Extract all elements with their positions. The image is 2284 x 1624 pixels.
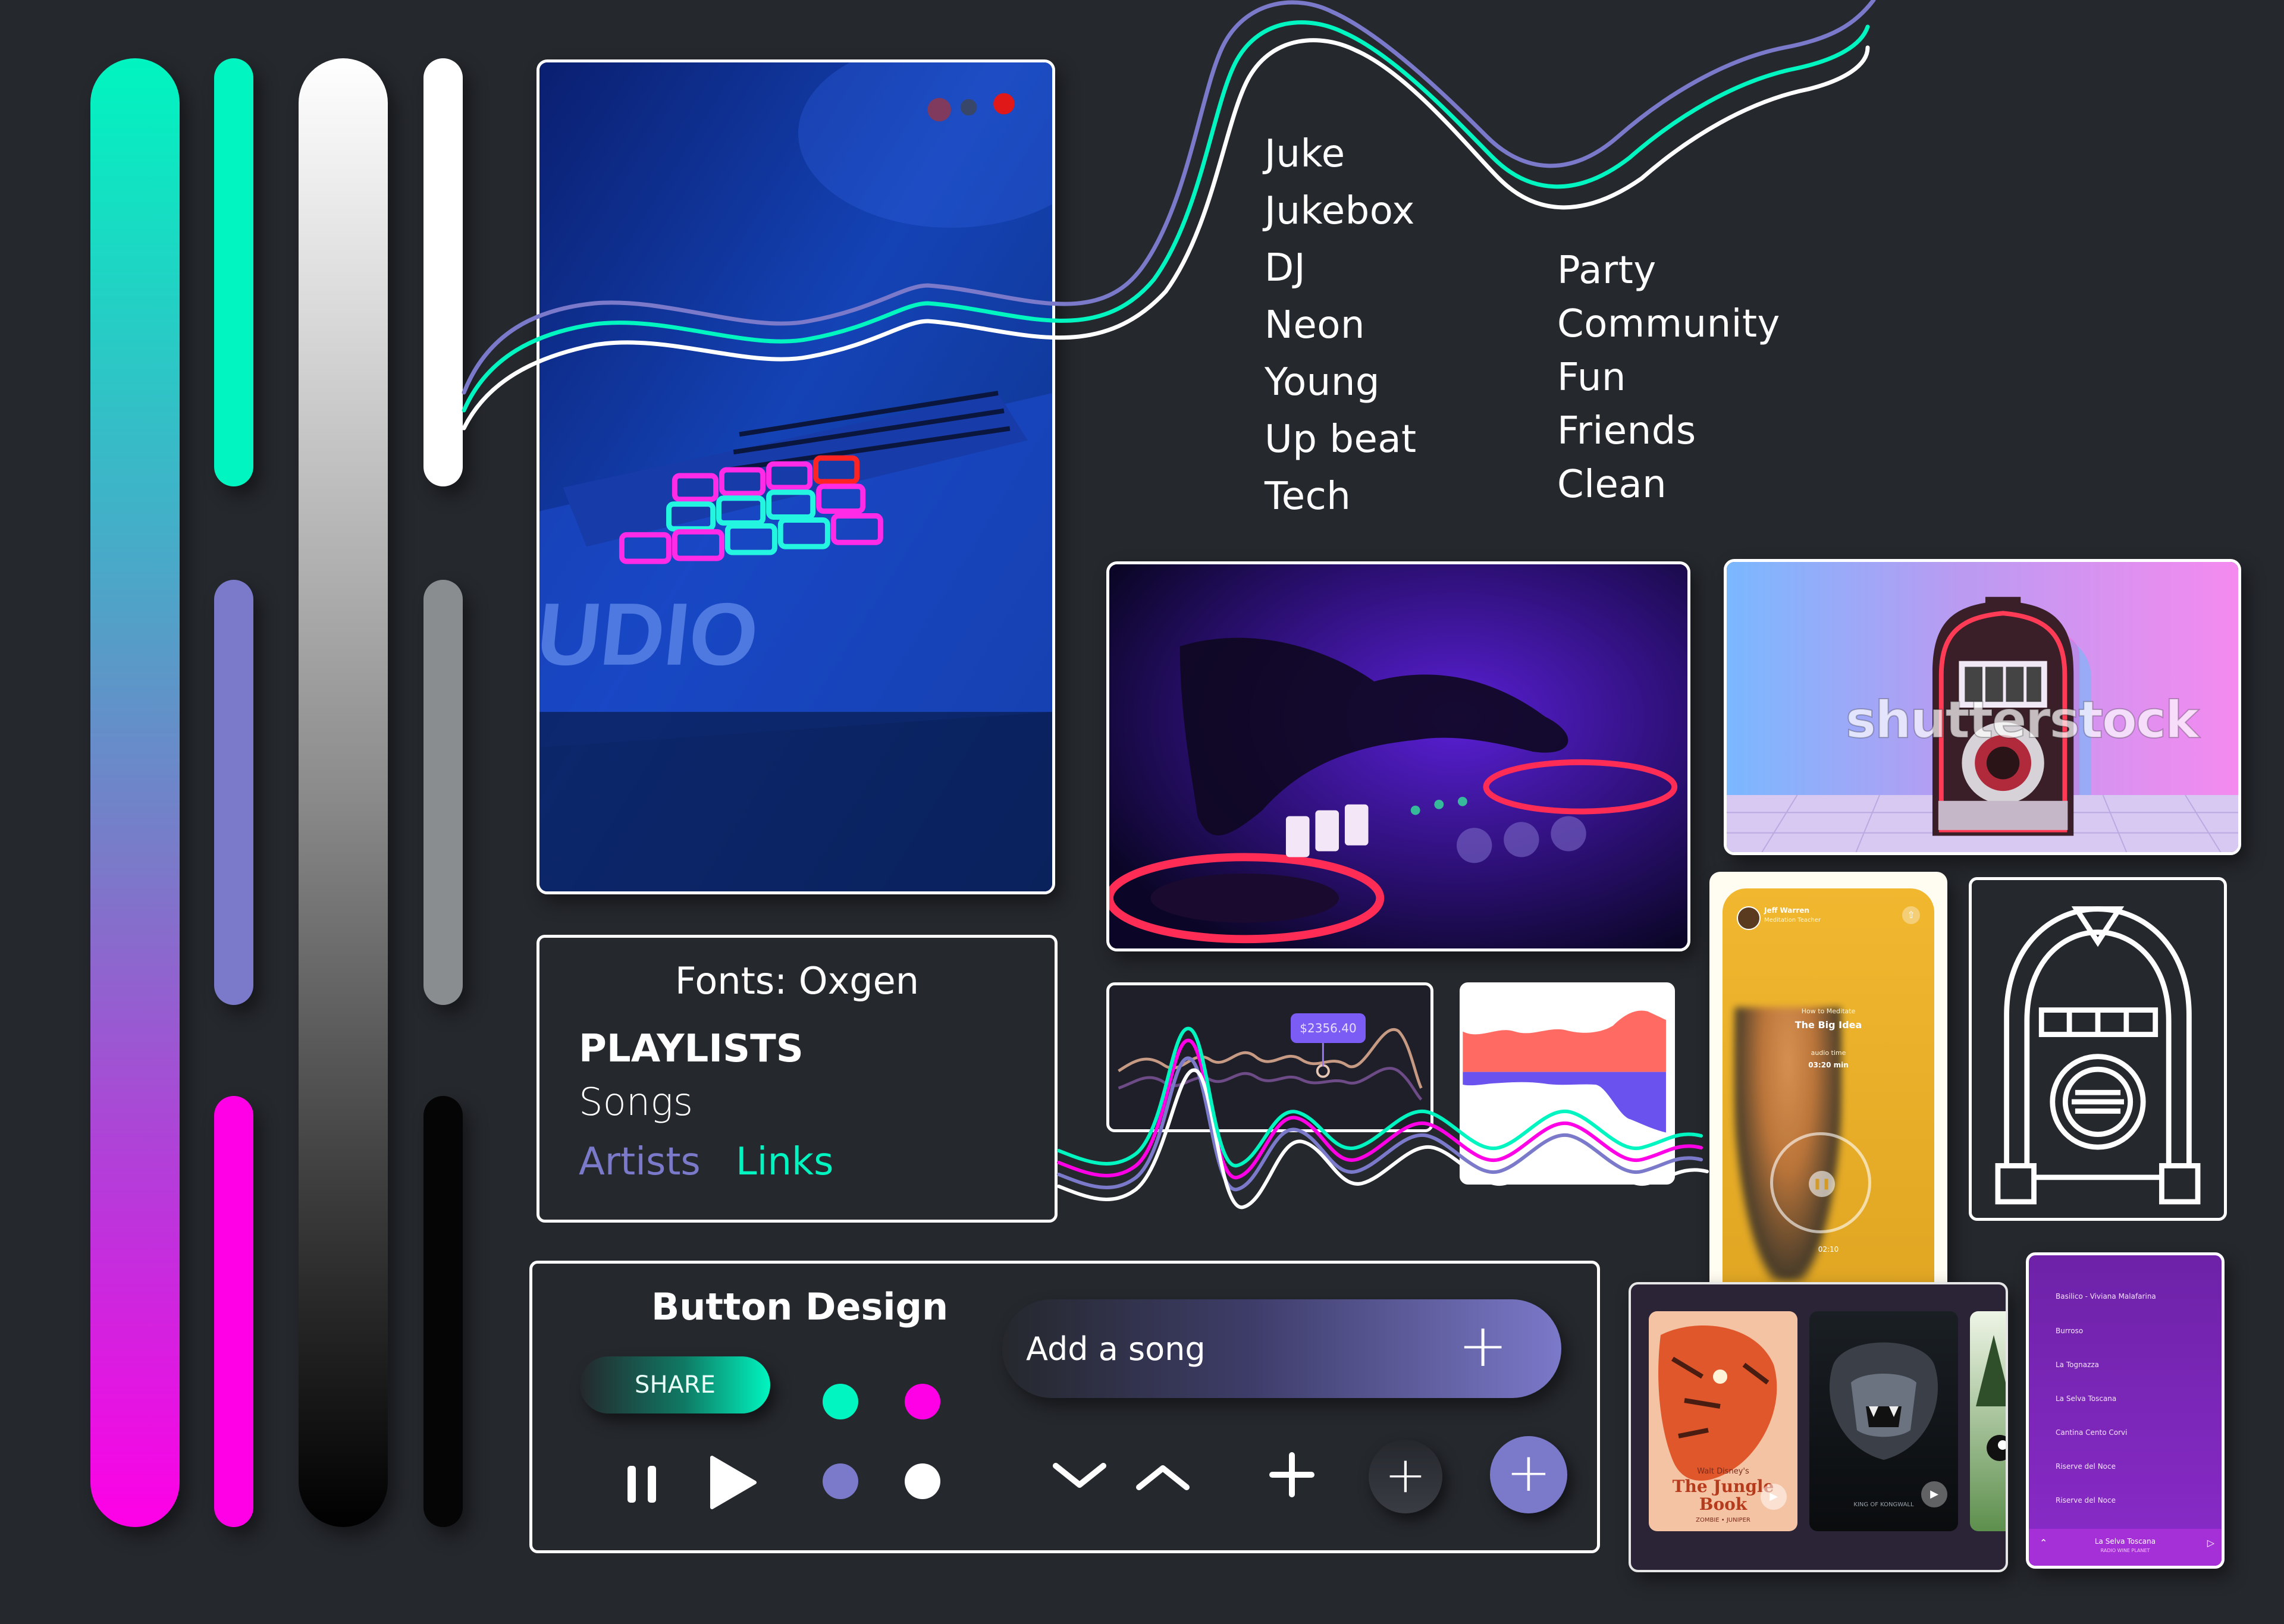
palette-white-swatch — [423, 58, 463, 486]
poster2-play-icon[interactable]: ▶ — [1921, 1481, 1947, 1507]
share-icon[interactable]: ⇧ — [1902, 906, 1920, 924]
user-name: Jeff Warren — [1764, 906, 1809, 915]
poster-forest[interactable] — [1970, 1311, 2006, 1531]
song-item-5[interactable]: Riserve del Noce — [2056, 1462, 2116, 1471]
session-title: The Big Idea — [1794, 1019, 1862, 1031]
watermark: shutterstock — [1845, 690, 2200, 750]
color-dot-magenta — [905, 1384, 940, 1419]
keyword-jukebox: Jukebox — [1265, 189, 1415, 233]
session-time-label: audio time — [1811, 1049, 1846, 1057]
playlist-app-card: Basilico - Viviana Malafarina Burroso La… — [2026, 1252, 2225, 1569]
poster1-credit: ZOMBIE • JUNIPER — [1696, 1517, 1750, 1524]
meditation-screen: Jeff Warren Meditation Teacher ⇧ How to … — [1723, 888, 1934, 1300]
song-item-0[interactable]: Basilico - Viviana Malafarina — [2056, 1292, 2156, 1301]
palette-magenta-swatch — [214, 1096, 253, 1527]
area-chart-card — [1460, 982, 1675, 1185]
now-playing-title: La Selva Toscana — [2094, 1537, 2156, 1546]
palette-gradient-bar — [90, 58, 180, 1527]
button-design-title: Button Design — [651, 1285, 949, 1328]
add-song-label: Add a song — [1026, 1330, 1206, 1368]
share-button[interactable]: SHARE — [580, 1356, 770, 1413]
poster1-play-icon[interactable]: ▶ — [1761, 1484, 1787, 1510]
keyword-party: Party — [1557, 249, 1656, 293]
color-dot-teal — [823, 1384, 858, 1419]
plus-icon[interactable] — [1265, 1448, 1319, 1502]
palette-teal-swatch — [214, 58, 253, 486]
now-playing-subtitle: RADIO WINE PLANET — [2100, 1548, 2150, 1553]
keyword-community: Community — [1557, 302, 1780, 346]
photo-dj-turntable — [1106, 561, 1690, 951]
meditation-app-card: Jeff Warren Meditation Teacher ⇧ How to … — [1709, 872, 1947, 1300]
jukebox-icon — [1995, 906, 2201, 1205]
pause-icon[interactable] — [622, 1460, 663, 1507]
poster-gorilla[interactable]: KING OF KONGWALL ▶ — [1809, 1311, 1958, 1531]
palette-purple-swatch — [214, 580, 253, 1005]
poster-jungle-book[interactable]: Walt Disney's The Jungle Book ZOMBIE • J… — [1649, 1311, 1797, 1531]
fonts-body-sample: Songs — [579, 1080, 694, 1124]
session-duration: 03:20 min — [1808, 1061, 1849, 1069]
keyword-friends: Friends — [1557, 409, 1696, 453]
button-design-panel: Button Design SHARE Add a song + + + — [529, 1261, 1600, 1553]
avatar — [1737, 906, 1761, 930]
line-chart-card: $2356.40 — [1106, 982, 1433, 1132]
song-item-6[interactable]: Riserve del Noce — [2056, 1496, 2116, 1504]
keyword-up-beat: Up beat — [1265, 417, 1417, 461]
keyword-tech: Tech — [1265, 475, 1351, 519]
add-song-bar[interactable]: Add a song + — [1002, 1299, 1561, 1398]
chevron-up-icon[interactable] — [1133, 1459, 1193, 1494]
session-eyebrow: How to Meditate — [1801, 1007, 1856, 1015]
movie-posters-card: Walt Disney's The Jungle Book ZOMBIE • J… — [1629, 1282, 2008, 1572]
chevron-down-icon[interactable] — [1050, 1459, 1109, 1494]
jukebox-logo-card — [1969, 877, 2227, 1221]
fonts-panel: Fonts: Oxgen PLAYLISTS Songs Artists Lin… — [537, 935, 1058, 1223]
user-role: Meditation Teacher — [1764, 917, 1821, 923]
fonts-link-links[interactable]: Links — [736, 1140, 833, 1184]
color-dot-purple — [823, 1463, 858, 1499]
pause-icon[interactable]: ❚❚ — [1809, 1171, 1835, 1197]
keyword-dj: DJ — [1265, 246, 1306, 290]
palette-black-swatch — [423, 1096, 463, 1527]
keyword-fun: Fun — [1557, 356, 1626, 400]
keyword-clean: Clean — [1557, 463, 1667, 507]
svg-text:AUDIO: AUDIO — [539, 585, 763, 684]
plus-button-purple[interactable]: + — [1490, 1436, 1567, 1513]
fonts-title: Fonts: Oxgen — [674, 959, 920, 1003]
keyword-young: Young — [1265, 360, 1380, 404]
photo-jukebox: shutterstock — [1724, 559, 2241, 855]
fonts-link-artists[interactable]: Artists — [579, 1140, 701, 1184]
fonts-heading-sample: PLAYLISTS — [579, 1027, 804, 1071]
photo-midi-controller: AUDIO — [537, 59, 1055, 894]
song-item-4[interactable]: Cantina Cento Corvi — [2056, 1428, 2127, 1437]
song-item-2[interactable]: La Tognazza — [2056, 1361, 2099, 1369]
play-icon[interactable] — [705, 1452, 762, 1513]
play-icon[interactable]: ▷ — [2207, 1537, 2214, 1548]
add-song-plus-icon[interactable]: + — [1458, 1316, 1508, 1375]
keyword-neon: Neon — [1265, 303, 1365, 347]
now-playing-bar[interactable]: ⌃ La Selva Toscana RADIO WINE PLANET ▷ — [2029, 1529, 2222, 1566]
song-item-3[interactable]: La Selva Toscana — [2056, 1394, 2116, 1403]
keyword-juke: Juke — [1265, 132, 1345, 176]
plus-button-dark[interactable]: + — [1369, 1440, 1442, 1513]
palette-gray-swatch — [423, 580, 463, 1005]
palette-grayscale-bar — [299, 58, 388, 1527]
price-tooltip: $2356.40 — [1291, 1013, 1366, 1043]
poster1-subtitle: Walt Disney's — [1697, 1467, 1749, 1476]
song-item-1[interactable]: Burroso — [2056, 1327, 2083, 1335]
elapsed-time: 02:10 — [1818, 1245, 1839, 1254]
color-dot-white — [905, 1463, 940, 1499]
